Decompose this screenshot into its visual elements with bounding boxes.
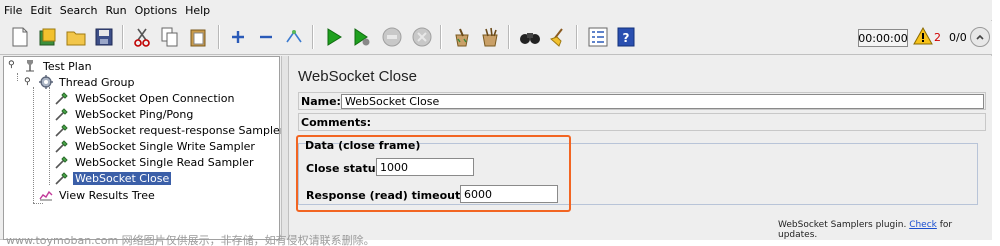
timeout-field[interactable]: 6000	[460, 185, 558, 203]
menu-file[interactable]: File	[4, 4, 22, 17]
collapse-handle-test-plan[interactable]: ⚲	[8, 60, 15, 70]
tree-item-label: Test Plan	[43, 59, 92, 73]
menu-bar: File Edit Search Run Options Help	[0, 0, 992, 20]
start-icon[interactable]	[322, 24, 346, 50]
menu-run[interactable]: Run	[106, 4, 127, 17]
tree-item-websocket-open-connection[interactable]: WebSocket Open Connection	[54, 90, 236, 106]
stop-icon[interactable]	[380, 24, 404, 50]
thread-group-icon	[38, 74, 54, 90]
footer-text: WebSocket Samplers plugin.	[778, 220, 907, 230]
open-icon[interactable]	[64, 24, 88, 50]
name-row: Name: WebSocket Close	[298, 92, 986, 110]
new-icon[interactable]	[8, 24, 32, 50]
cut-icon[interactable]	[130, 24, 154, 50]
collapse-handle-thread-group[interactable]: ⚲	[24, 77, 31, 87]
paste-icon[interactable]	[186, 24, 210, 50]
copy-icon[interactable]	[158, 24, 182, 50]
menu-edit[interactable]: Edit	[30, 4, 51, 17]
shutdown-icon[interactable]	[410, 24, 434, 50]
close-status-field[interactable]: 1000	[376, 158, 474, 176]
jmeter-window: File Edit Search Run Options Help ? 00:0…	[0, 0, 992, 240]
warning-icon[interactable]	[913, 26, 933, 48]
check-updates-link[interactable]: Check	[909, 220, 937, 230]
clear-all-icon[interactable]	[478, 24, 502, 50]
listener-icon	[38, 187, 54, 203]
menu-search[interactable]: Search	[60, 4, 98, 17]
collapse-icon[interactable]	[254, 24, 278, 50]
sampler-icon	[54, 90, 70, 106]
search-icon[interactable]	[518, 24, 542, 50]
tree-item-label: View Results Tree	[59, 188, 155, 202]
tree-item-label: WebSocket Single Write Sampler	[75, 139, 255, 153]
toolbar: ? 00:00:00 2 0/0	[0, 21, 992, 55]
plugin-footer: WebSocket Samplers plugin. Check for upd…	[778, 220, 991, 240]
tree-item-thread-group[interactable]: Thread Group	[38, 74, 136, 90]
sampler-icon	[54, 154, 70, 170]
tree-item-websocket-request-response-sampler[interactable]: WebSocket request-response Sampler	[54, 122, 286, 138]
toggle-icon[interactable]	[282, 24, 306, 50]
help-icon[interactable]: ?	[614, 24, 638, 50]
error-count: 2	[934, 31, 941, 44]
thread-count: 0/0	[949, 31, 967, 44]
function-helper-icon[interactable]	[586, 24, 610, 50]
pane-splitter[interactable]	[281, 56, 289, 240]
tree-item-label: WebSocket request-response Sampler	[75, 123, 285, 137]
start-no-pause-icon[interactable]	[350, 24, 374, 50]
tree-item-websocket-single-write-sampler[interactable]: WebSocket Single Write Sampler	[54, 138, 257, 154]
sampler-icon	[54, 138, 70, 154]
tree-item-test-plan[interactable]: Test Plan	[22, 58, 94, 74]
comments-label: Comments:	[301, 115, 372, 129]
tree-item-label: WebSocket Open Connection	[75, 91, 235, 105]
tree-item-websocket-single-read-sampler[interactable]: WebSocket Single Read Sampler	[54, 154, 256, 170]
close-status-label: Close status:	[306, 162, 387, 175]
tree-item-view-results-tree[interactable]: View Results Tree	[38, 187, 157, 203]
tree-item-websocket-close[interactable]: WebSocket Close	[54, 170, 172, 186]
clear-icon[interactable]	[450, 24, 474, 50]
remote-status-icon	[970, 27, 990, 47]
templates-icon[interactable]	[36, 24, 60, 50]
save-icon[interactable]	[92, 24, 116, 50]
tree-item-label: Thread Group	[59, 75, 135, 89]
name-field[interactable]: WebSocket Close	[341, 94, 984, 109]
sampler-icon	[54, 106, 70, 122]
sampler-icon	[54, 122, 70, 138]
watermark: www.toymoban.com 网络图片仅供展示，非存储，如有侵权请联系删除。	[6, 234, 375, 246]
test-plan-tree[interactable]: ⚲ ⚲ Test Plan Thread Group WebSocket Ope…	[3, 56, 284, 240]
reset-search-icon[interactable]	[546, 24, 570, 50]
elapsed-timer: 00:00:00	[858, 29, 908, 47]
menu-options[interactable]: Options	[135, 4, 177, 17]
svg-text:?: ?	[623, 31, 630, 45]
group-title: Data (close frame)	[305, 139, 421, 152]
comments-row[interactable]: Comments:	[298, 113, 986, 131]
expand-icon[interactable]	[226, 24, 250, 50]
test-plan-icon	[22, 58, 38, 74]
tree-item-websocket-ping-pong[interactable]: WebSocket Ping/Pong	[54, 106, 195, 122]
tree-item-label: WebSocket Single Read Sampler	[75, 155, 254, 169]
sampler-icon	[54, 170, 70, 186]
tree-item-label: WebSocket Close	[73, 171, 172, 185]
page-title: WebSocket Close	[298, 68, 417, 85]
menu-help[interactable]: Help	[185, 4, 210, 17]
tree-item-label: WebSocket Ping/Pong	[75, 107, 194, 121]
name-label: Name:	[301, 94, 341, 108]
